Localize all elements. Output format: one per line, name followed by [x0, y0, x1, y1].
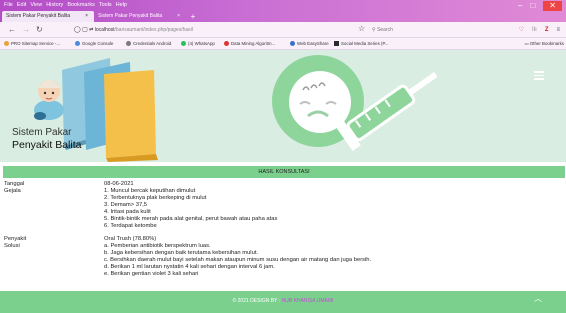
maximize-icon[interactable]: □: [530, 1, 535, 11]
bookmark-favicon-icon: [224, 41, 229, 47]
bookmark-label: PRO Sitemap Service -...: [11, 41, 61, 46]
search-box[interactable]: ⚲ Search: [372, 25, 492, 35]
bookmark-favicon-icon: [181, 41, 186, 47]
menu-edit[interactable]: Edit: [17, 1, 26, 10]
back-to-top-icon[interactable]: ︿: [534, 293, 542, 304]
url-host: localhost: [94, 27, 115, 33]
bookmark-label: Data Mining Algoritm...: [231, 41, 276, 46]
close-window-icon[interactable]: ✕: [543, 1, 562, 11]
solusi-item: e. Berikan gentian violet 3 kali sehari: [104, 271, 199, 277]
gejala-item: 1. Muncul bercak keputihan dimulut: [104, 188, 196, 194]
menu-help[interactable]: Help: [116, 1, 127, 10]
tanggal-label: Tanggal: [4, 181, 25, 187]
forward-icon[interactable]: →: [22, 25, 30, 35]
new-tab-button[interactable]: +: [186, 11, 200, 22]
bookmark-item[interactable]: Google Console: [75, 38, 114, 50]
hamburger-menu-icon[interactable]: [534, 71, 544, 82]
browser-titlebar: File Edit View History Bookmarks Tools H…: [0, 0, 566, 22]
tanggal-value: 08-06-2021: [104, 181, 134, 187]
connection-icon: ⇄: [89, 27, 94, 33]
bookmark-item[interactable]: Social Media Series (P...: [334, 38, 389, 50]
bookmark-item[interactable]: (4) WhatsApp: [181, 38, 215, 50]
penyakit-label: Penyakit: [4, 236, 27, 242]
bookmark-label: Credentials Android: [133, 41, 172, 46]
gejala-item: 5. Bintik-bintik merah pada alat genital…: [104, 216, 278, 222]
shield-icon: ◯: [74, 27, 81, 33]
header-illustration: [34, 55, 438, 162]
sick-face-syringe-illustration: [272, 55, 438, 151]
navigation-bar: ← → ↻ ◯ ▢ ⇄ localhost/barisaumani/index.…: [0, 22, 566, 38]
page-icon: ▢: [82, 27, 88, 33]
zotero-icon[interactable]: Z: [545, 25, 549, 35]
gejala-item: 4. Iritasi pada kulit: [104, 209, 151, 215]
bookmark-star-icon[interactable]: ☆: [358, 24, 365, 33]
menu-view[interactable]: View: [30, 1, 42, 10]
solusi-item: b. Jaga kebersihan dengan baik terutama …: [104, 250, 259, 256]
bookmark-favicon-icon: [4, 41, 9, 47]
tab-strip: Sistem Pakar Penyakit Balita × Sistem Pa…: [2, 11, 200, 22]
window-controls: – □ ✕: [518, 1, 562, 11]
menu-icon[interactable]: ≡: [556, 25, 560, 35]
tab-label: Sistem Pakar Penyakit Balita: [98, 13, 163, 19]
brand-line-2[interactable]: Penyakit Balita: [12, 139, 81, 151]
footer-credit: © 2021 DESIGN BY : NUR KHARISA UMAMI: [0, 298, 566, 304]
search-icon: ⚲: [372, 27, 376, 33]
reload-icon[interactable]: ↻: [36, 25, 43, 35]
other-bookmarks-label: Other Bookmarks: [529, 41, 564, 46]
tab-inactive[interactable]: Sistem Pakar Penyakit Balita ×: [94, 11, 186, 22]
bookmark-item[interactable]: Credentials Android: [126, 38, 171, 50]
menu-history[interactable]: History: [46, 1, 63, 10]
url-path: /barisaumani/index.php/pages/hasil: [114, 27, 193, 33]
tab-label: Sistem Pakar Penyakit Balita: [6, 13, 71, 19]
gejala-item: 3. Demam> 37,5: [104, 202, 148, 208]
search-placeholder: Search: [377, 27, 393, 33]
library-icon[interactable]: lIı: [532, 25, 537, 35]
gejala-item: 6. Terdapat ketombe: [104, 223, 157, 229]
result-title: HASIL KONSULTASI: [3, 166, 565, 178]
menu-bookmarks[interactable]: Bookmarks: [67, 1, 95, 10]
bookmark-favicon-icon: [290, 41, 295, 47]
back-icon[interactable]: ←: [8, 25, 16, 35]
footer-prefix: © 2021 DESIGN BY :: [232, 298, 281, 304]
tab-active[interactable]: Sistem Pakar Penyakit Balita ×: [2, 11, 94, 22]
bookmark-item[interactable]: PRO Sitemap Service -...: [4, 38, 60, 50]
site-header: [0, 50, 566, 162]
bookmark-label: Google Console: [82, 41, 114, 46]
bookmark-favicon-icon: [75, 41, 80, 47]
pocket-icon[interactable]: ♡: [519, 25, 524, 35]
other-bookmarks[interactable]: ▭ Other Bookmarks: [524, 38, 564, 50]
bookmark-favicon-icon: [334, 41, 339, 47]
solusi-item: a. Pemberian antibiotik berspektrum luas…: [104, 243, 211, 249]
url-bar[interactable]: ◯ ▢ ⇄ localhost/barisaumani/index.php/pa…: [74, 25, 354, 35]
gejala-label: Gejala: [4, 188, 21, 194]
footer-author[interactable]: NUR KHARISA UMAMI: [281, 298, 333, 304]
bookmark-favicon-icon: [126, 41, 131, 47]
penyakit-value: Oral Trush (78.80%): [104, 236, 157, 242]
menu-bar: File Edit View History Bookmarks Tools H…: [4, 1, 127, 10]
close-tab-icon[interactable]: ×: [85, 11, 88, 22]
bookmark-label: Social Media Series (P...: [341, 41, 389, 46]
bookmark-item[interactable]: Data Mining Algoritm...: [224, 38, 275, 50]
bookmarks-bar: PRO Sitemap Service -... Google Console …: [0, 38, 566, 50]
close-tab-icon[interactable]: ×: [177, 11, 180, 22]
bookmark-item[interactable]: Web EasyShare: [290, 38, 329, 50]
menu-file[interactable]: File: [4, 1, 13, 10]
brand-line-1[interactable]: Sistem Pakar: [12, 127, 71, 138]
site-footer: © 2021 DESIGN BY : NUR KHARISA UMAMI: [0, 291, 566, 313]
solusi-label: Solusi: [4, 243, 20, 249]
minimize-icon[interactable]: –: [518, 1, 522, 11]
solusi-item: c. Bersihkan daerah mulut bayi setelah m…: [104, 257, 372, 263]
menu-tools[interactable]: Tools: [99, 1, 112, 10]
baby-illustration: [34, 80, 64, 120]
bookmark-label: Web EasyShare: [297, 41, 329, 46]
gejala-item: 2. Terbentuknya plak berkeping di mulut: [104, 195, 207, 201]
bookmark-label: (4) WhatsApp: [188, 41, 215, 46]
toolbar-icons: ♡ lIı Z ≡: [519, 25, 560, 35]
solusi-item: d. Berikan 1 ml larutan nystatin 4 kali …: [104, 264, 275, 270]
